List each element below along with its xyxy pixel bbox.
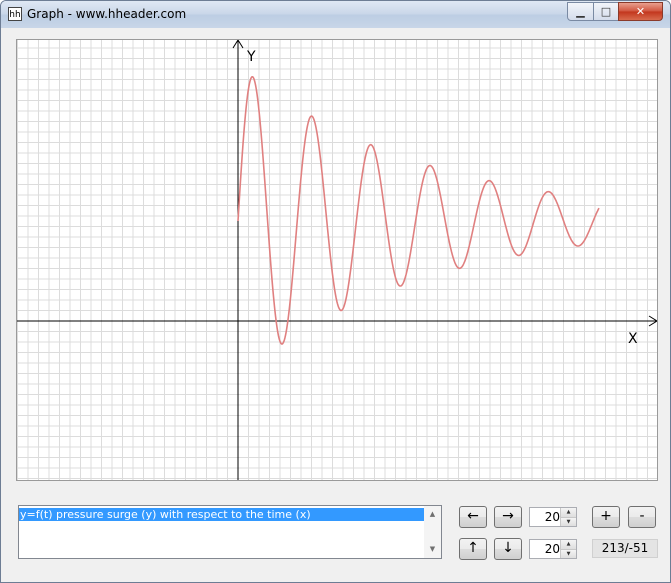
pan-right-button[interactable]: →: [494, 506, 522, 528]
close-button[interactable]: ✕: [618, 2, 663, 21]
spin-up-icon[interactable]: ▲: [561, 508, 576, 517]
listbox-scrollbar[interactable]: ▲ ▼: [424, 506, 441, 558]
graph-canvas[interactable]: X Y: [16, 39, 658, 481]
spin-up-icon[interactable]: ▲: [561, 540, 576, 549]
pan-up-button[interactable]: ↑: [459, 538, 487, 560]
y-axis-label: Y: [246, 49, 256, 65]
title-bar[interactable]: hh Graph - www.hheader.com ▁ □ ✕: [1, 1, 670, 28]
grid-lines: [17, 40, 657, 480]
spin-down-icon[interactable]: ▼: [561, 517, 576, 526]
pan-left-button[interactable]: ←: [459, 506, 487, 528]
window-title: Graph - www.hheader.com: [27, 7, 187, 21]
x-step-spinbox[interactable]: 20 ▲ ▼: [529, 507, 577, 527]
scroll-up-icon[interactable]: ▲: [424, 506, 441, 523]
graph-window: hh Graph - www.hheader.com ▁ □ ✕ X Y y=f…: [0, 0, 671, 583]
cursor-coordinates: 213/-51: [592, 539, 658, 558]
x-step-value[interactable]: 20: [532, 510, 560, 524]
x-axis-label: X: [628, 331, 638, 347]
list-item-selected[interactable]: y=f(t) pressure surge (y) with respect t…: [19, 508, 424, 521]
y-step-spinbox[interactable]: 20 ▲ ▼: [529, 539, 577, 559]
zoom-out-button[interactable]: -: [628, 506, 656, 528]
zoom-in-button[interactable]: +: [592, 506, 620, 528]
pan-down-button[interactable]: ↓: [494, 538, 522, 560]
app-icon[interactable]: hh: [8, 7, 22, 21]
function-curve: [237, 76, 600, 345]
plot-svg: X Y: [17, 40, 657, 480]
y-step-value[interactable]: 20: [532, 542, 560, 556]
client-area: X Y y=f(t) pressure surge (y) with respe…: [8, 29, 664, 575]
minimize-button[interactable]: ▁: [567, 2, 594, 21]
function-listbox[interactable]: y=f(t) pressure surge (y) with respect t…: [18, 505, 442, 559]
maximize-button[interactable]: □: [593, 2, 619, 21]
scroll-down-icon[interactable]: ▼: [424, 541, 441, 558]
spin-down-icon[interactable]: ▼: [561, 549, 576, 558]
